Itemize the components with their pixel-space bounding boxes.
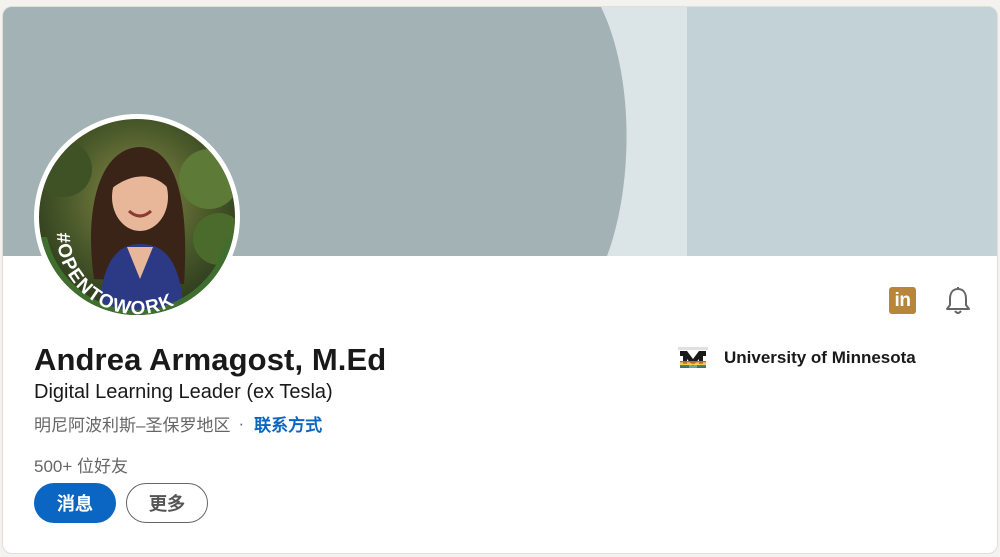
message-button[interactable]: 消息 [34, 483, 116, 523]
location-separator: · [238, 413, 245, 433]
more-button[interactable]: 更多 [126, 483, 208, 523]
connections-count[interactable]: 500+ 位好友 [34, 452, 128, 477]
education-entry[interactable]: University of Minnesota [678, 347, 916, 369]
contact-info-link[interactable]: 联系方式 [254, 411, 322, 436]
profile-location: 明尼阿波利斯–圣保罗地区 [34, 416, 231, 435]
location-row: 明尼阿波利斯–圣保罗地区 · 联系方式 [34, 411, 322, 436]
profile-photo[interactable]: #OPENTOWORK [34, 114, 240, 320]
education-name: University of Minnesota [724, 348, 916, 367]
linkedin-icon[interactable]: in [889, 287, 916, 314]
university-of-minnesota-logo [678, 347, 708, 368]
profile-photo-image: #OPENTOWORK [39, 119, 235, 315]
bell-icon[interactable] [944, 286, 972, 316]
profile-card: #OPENTOWORK in Andrea Armagost, M.Ed Dig… [2, 6, 998, 554]
profile-headline: Digital Learning Leader (ex Tesla) [34, 381, 333, 403]
profile-name: Andrea Armagost, M.Ed [34, 342, 387, 377]
